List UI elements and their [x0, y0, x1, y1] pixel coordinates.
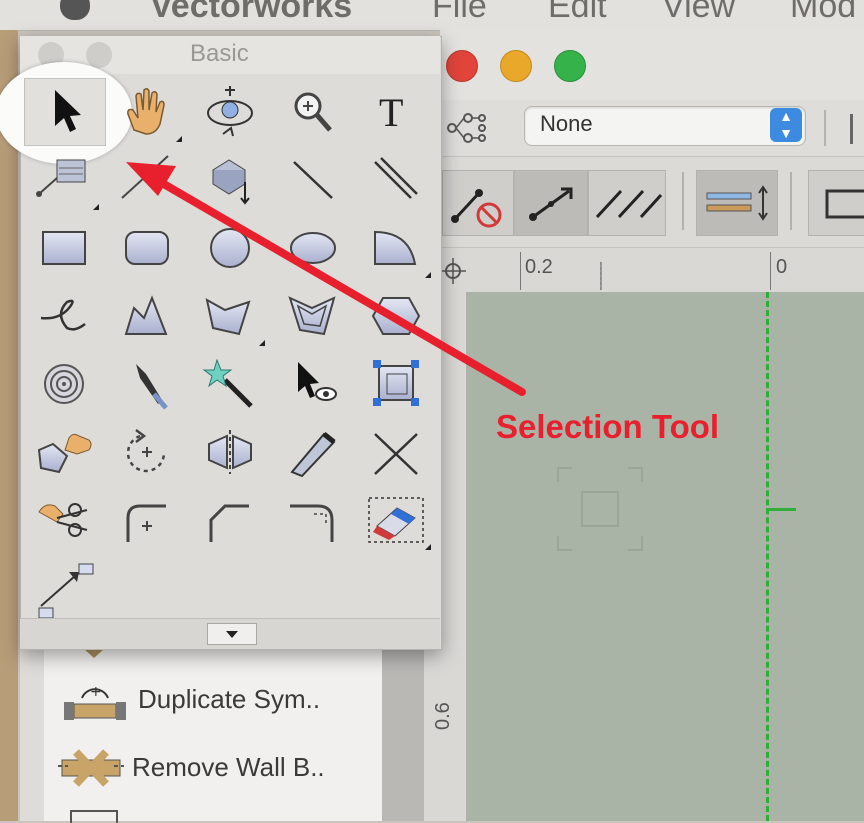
annotation-arrow [126, 162, 526, 396]
annotation-label: Selection Tool [496, 408, 720, 445]
